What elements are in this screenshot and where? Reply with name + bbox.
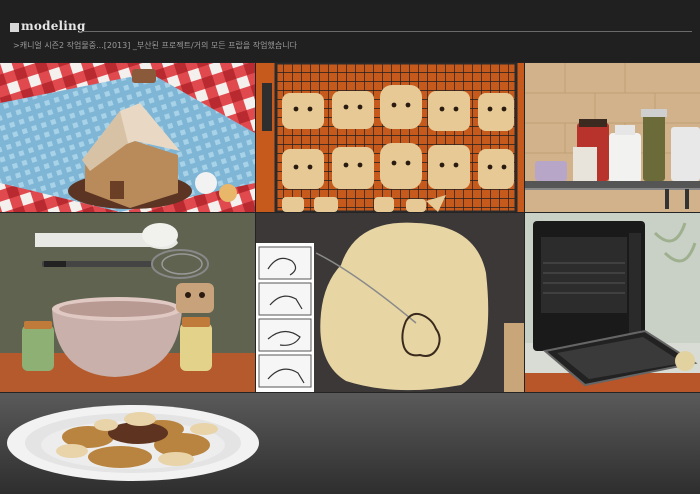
title-divider (82, 31, 692, 32)
header-bar: modeling >캐니얼 시즌2 작업물중...[2013] _부산된 프로젝… (0, 0, 700, 62)
dough-storyboard-icon (256, 213, 524, 392)
gallery-image-toaster-oven (525, 213, 700, 392)
page-title: modeling (21, 19, 86, 33)
gallery-image-mixing-bowl (0, 213, 255, 392)
cookie-plate-icon (7, 405, 259, 481)
gallery-image-kitchen-shelf (525, 63, 700, 212)
gallery-image-gingerbread-house (0, 63, 255, 212)
cookie-rack-icon (256, 63, 524, 212)
title-square-icon (10, 23, 19, 32)
toaster-oven-icon (525, 213, 700, 392)
gallery-image-cookies-on-rack (256, 63, 524, 212)
gingerbread-house-icon (0, 63, 255, 212)
gallery-image-cookie-plate (0, 393, 700, 494)
gallery-image-dough-storyboard (256, 213, 524, 392)
kitchen-shelf-icon (525, 63, 700, 212)
page-subtitle: >캐니얼 시즌2 작업물중...[2013] _부산된 프로젝트/거의 모든 프… (13, 41, 297, 50)
mixing-bowl-icon (0, 213, 255, 392)
